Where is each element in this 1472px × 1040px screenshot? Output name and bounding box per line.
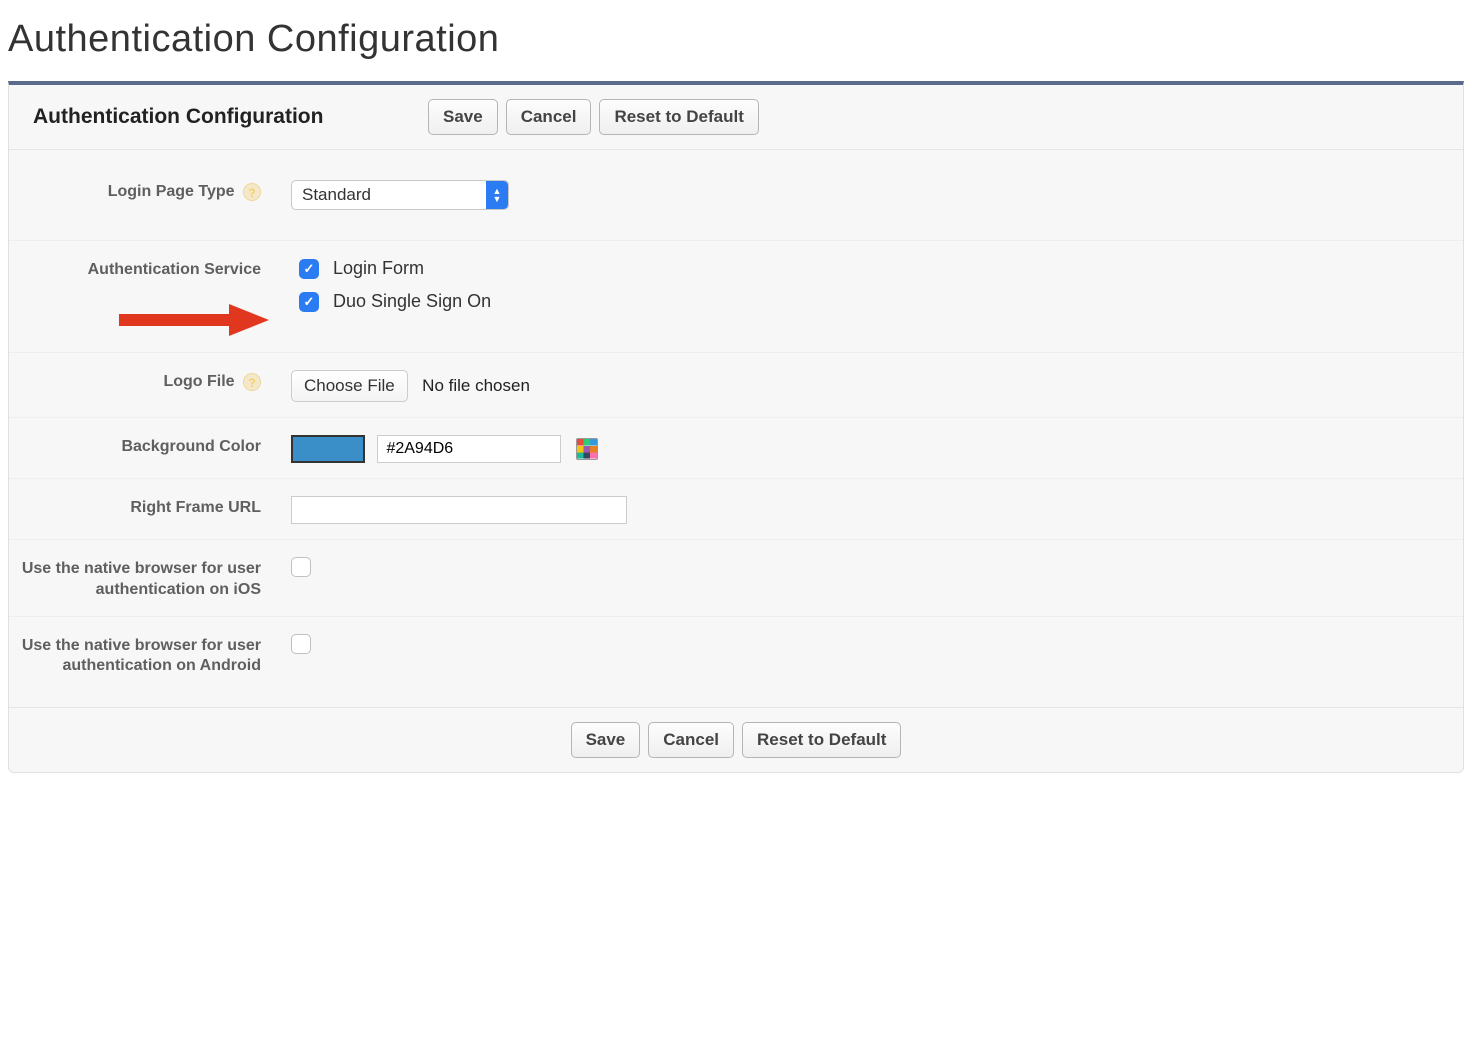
label-col: Use the native browser for user authenti… (11, 632, 269, 678)
login-form-checkbox[interactable]: ✓ (299, 259, 319, 279)
reset-to-default-button[interactable]: Reset to Default (742, 722, 901, 758)
help-icon[interactable]: ? (243, 373, 261, 391)
save-button[interactable]: Save (428, 99, 498, 135)
label-col: Authentication Service (11, 256, 269, 281)
color-picker-icon[interactable] (576, 438, 598, 460)
authentication-service-label: Authentication Service (88, 261, 261, 278)
footer-button-row: Save Cancel Reset to Default (571, 722, 902, 758)
row-authentication-service: Authentication Service ✓ Login Form ✓ Du… (9, 241, 1463, 353)
form-body: Login Page Type ? Standard ▲▼ Authentica… (9, 150, 1463, 707)
native-android-checkbox[interactable] (291, 634, 311, 654)
select-arrows-icon: ▲▼ (486, 181, 508, 209)
select-value: Standard (292, 185, 486, 205)
row-right-frame-url: Right Frame URL (9, 479, 1463, 540)
reset-to-default-button[interactable]: Reset to Default (599, 99, 758, 135)
right-frame-url-label: Right Frame URL (130, 499, 261, 516)
background-color-input[interactable] (377, 435, 561, 463)
field-col (269, 494, 1461, 524)
field-col: Choose File No file chosen (269, 368, 1461, 402)
auth-service-option-duo-sso: ✓ Duo Single Sign On (299, 291, 1461, 312)
row-native-android: Use the native browser for user authenti… (9, 617, 1463, 708)
field-col (269, 632, 1461, 659)
right-frame-url-input[interactable] (291, 496, 627, 524)
panel-header-title: Authentication Configuration (33, 103, 408, 130)
panel-header: Authentication Configuration Save Cancel… (9, 85, 1463, 150)
row-login-page-type: Login Page Type ? Standard ▲▼ (9, 154, 1463, 241)
logo-file-label: Logo File (163, 373, 234, 390)
field-col: ✓ Login Form ✓ Duo Single Sign On (269, 256, 1461, 312)
field-col: Standard ▲▼ (269, 178, 1461, 210)
label-col: Background Color (11, 433, 269, 458)
cancel-button[interactable]: Cancel (506, 99, 592, 135)
field-col (269, 433, 1461, 463)
header-button-row: Save Cancel Reset to Default (428, 99, 759, 135)
login-form-checkbox-label: Login Form (333, 258, 424, 279)
label-col: Logo File ? (11, 368, 269, 393)
row-native-ios: Use the native browser for user authenti… (9, 540, 1463, 617)
auth-service-option-login-form: ✓ Login Form (299, 258, 1461, 279)
page-title: Authentication Configuration (8, 18, 1464, 61)
file-chosen-status: No file chosen (422, 376, 530, 395)
cancel-button[interactable]: Cancel (648, 722, 734, 758)
background-color-swatch[interactable] (291, 435, 365, 463)
duo-sso-checkbox[interactable]: ✓ (299, 292, 319, 312)
choose-file-button[interactable]: Choose File (291, 370, 408, 402)
native-ios-label: Use the native browser for user authenti… (22, 560, 261, 598)
label-col: Login Page Type ? (11, 178, 269, 203)
panel-footer: Save Cancel Reset to Default (9, 707, 1463, 772)
row-background-color: Background Color (9, 418, 1463, 479)
annotation-arrow-icon (119, 300, 269, 340)
native-android-label: Use the native browser for user authenti… (22, 637, 261, 675)
native-ios-checkbox[interactable] (291, 557, 311, 577)
field-col (269, 555, 1461, 582)
login-page-type-label: Login Page Type (108, 183, 235, 200)
background-color-label: Background Color (121, 438, 261, 455)
help-icon[interactable]: ? (243, 183, 261, 201)
label-col: Right Frame URL (11, 494, 269, 519)
label-col: Use the native browser for user authenti… (11, 555, 269, 601)
duo-sso-checkbox-label: Duo Single Sign On (333, 291, 491, 312)
row-logo-file: Logo File ? Choose File No file chosen (9, 353, 1463, 418)
save-button[interactable]: Save (571, 722, 641, 758)
login-page-type-select[interactable]: Standard ▲▼ (291, 180, 509, 210)
config-panel: Authentication Configuration Save Cancel… (8, 81, 1464, 773)
